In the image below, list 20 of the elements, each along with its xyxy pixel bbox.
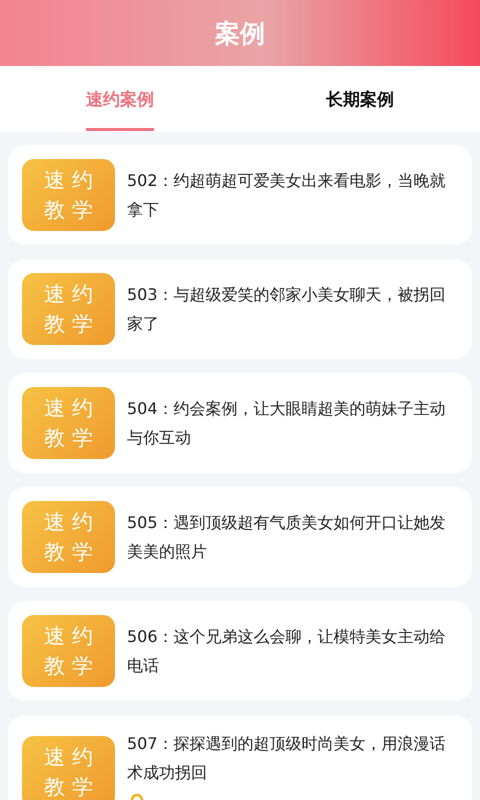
category-badge: 速 约 教 学 [22, 159, 115, 231]
case-card[interactable]: 速 约 教 学 502：约超萌超可爱美女出来看电影，当晚就拿下 [8, 145, 472, 245]
case-title: 503：与超级爱笑的邻家小美女聊天，被拐回家了 [127, 284, 447, 335]
case-title: 505：遇到顶级超有气质美女如何开口让她发美美的照片 [127, 512, 447, 563]
case-card[interactable]: 速 约 教 学 504：约会案例，让大眼睛超美的萌妹子主动与你互动 [8, 373, 472, 473]
case-card[interactable]: 速 约 教 学 507：探探遇到的超顶级时尚美女，用浪漫话术成功拐回 [8, 715, 472, 800]
case-card[interactable]: 速 约 教 学 506：这个兄弟这么会聊，让模特美女主动给电话 [8, 601, 472, 701]
category-badge: 速 约 教 学 [22, 273, 115, 345]
case-title: 507：探探遇到的超顶级时尚美女，用浪漫话术成功拐回 [127, 733, 447, 784]
case-card[interactable]: 速 约 教 学 503：与超级爱笑的邻家小美女聊天，被拐回家了 [8, 259, 472, 359]
case-title: 504：约会案例，让大眼睛超美的萌妹子主动与你互动 [127, 398, 447, 449]
category-badge: 速 约 教 学 [22, 736, 115, 800]
category-badge: 速 约 教 学 [22, 387, 115, 459]
category-badge: 速 约 教 学 [22, 615, 115, 687]
case-title: 506：这个兄弟这么会聊，让模特美女主动给电话 [127, 626, 447, 677]
category-badge: 速 约 教 学 [22, 501, 115, 573]
page-title: 案例 [215, 18, 265, 50]
case-card[interactable]: 速 约 教 学 505：遇到顶级超有气质美女如何开口让她发美美的照片 [8, 487, 472, 587]
tab[interactable]: 长期案例 [240, 66, 480, 132]
case-title: 502：约超萌超可爱美女出来看电影，当晚就拿下 [127, 170, 447, 221]
